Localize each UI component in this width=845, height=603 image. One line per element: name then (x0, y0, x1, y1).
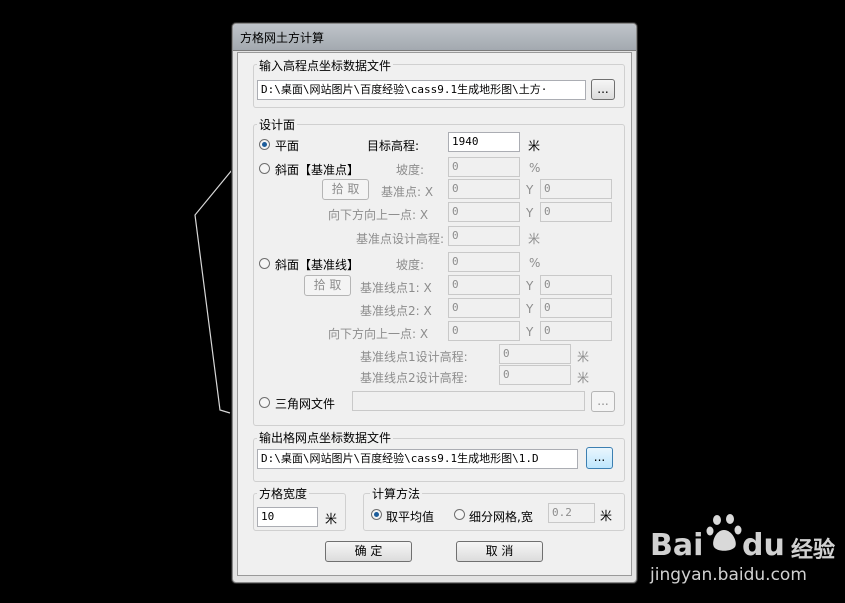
base-point-elevation-unit: 米 (528, 232, 541, 246)
line-point2-x-input[interactable]: 0 (448, 298, 520, 318)
tin-file-label[interactable]: 三角网文件 (275, 395, 335, 412)
line-point2-elevation-unit: 米 (577, 371, 590, 385)
base-point-elevation-input[interactable]: 0 (448, 226, 520, 246)
radio-selected-dot (374, 512, 379, 517)
line-point2-label: 基准线点2: X (360, 304, 432, 318)
slope-line-grade-unit: % (529, 256, 541, 270)
line-direction-y-label: Y (526, 325, 534, 339)
target-elevation-unit: 米 (528, 139, 541, 153)
dialog-window: 方格网土方计算 输入高程点坐标数据文件 D:\桌面\网站图片\百度经验\cass… (232, 23, 637, 583)
line-direction-label: 向下方向上一点: X (328, 327, 429, 341)
slope-point-grade-label: 坡度: (396, 163, 425, 177)
line-point1-label: 基准线点1: X (360, 281, 432, 295)
input-file-group-label: 输入高程点坐标数据文件 (257, 57, 394, 74)
line-point2-y-input[interactable]: 0 (540, 298, 612, 318)
line-point1-elevation-unit: 米 (577, 350, 590, 364)
line-point1-y-input[interactable]: 0 (540, 275, 612, 295)
line-point1-elevation-input[interactable]: 0 (499, 344, 571, 364)
target-elevation-label: 目标高程: (367, 139, 420, 153)
watermark: Bai du 经验 jingyan.baidu.com (650, 512, 840, 592)
point-direction-y-input[interactable]: 0 (540, 202, 612, 222)
flat-radio[interactable] (259, 139, 270, 150)
input-browse-button[interactable]: ... (591, 79, 615, 100)
point-direction-x-input[interactable]: 0 (448, 202, 520, 222)
slope-line-radio[interactable] (259, 258, 270, 269)
dialog-client: 输入高程点坐标数据文件 D:\桌面\网站图片\百度经验\cass9.1生成地形图… (237, 52, 632, 576)
output-file-path[interactable]: D:\桌面\网站图片\百度经验\cass9.1生成地形图\1.D (257, 449, 578, 469)
subdivide-radio[interactable] (454, 509, 465, 520)
line-point2-elevation-label: 基准线点2设计高程: (360, 371, 468, 385)
ok-button[interactable]: 确 定 (325, 541, 412, 562)
flat-label[interactable]: 平面 (275, 137, 299, 154)
watermark-url: jingyan.baidu.com (650, 565, 807, 585)
paw-icon (706, 514, 742, 551)
base-point-elevation-label: 基准点设计高程: (356, 232, 445, 246)
line-point1-y-label: Y (526, 279, 534, 293)
slope-line-grade-label: 坡度: (396, 258, 425, 272)
grid-width-unit: 米 (325, 512, 338, 526)
watermark-brand-a: Bai (650, 528, 704, 563)
line-point2-y-label: Y (526, 302, 534, 316)
line-point2-elevation-input[interactable]: 0 (499, 365, 571, 385)
base-point-y-label: Y (526, 183, 534, 197)
tin-browse-button[interactable]: ... (591, 391, 615, 412)
subdivide-unit: 米 (600, 509, 613, 523)
output-browse-button[interactable]: ... (586, 447, 613, 469)
slope-point-grade-unit: % (529, 161, 541, 175)
tin-file-radio[interactable] (259, 397, 270, 408)
point-direction-label: 向下方向上一点: X (328, 208, 429, 222)
title-bar: 方格网土方计算 (233, 24, 636, 51)
slope-point-grade-input[interactable]: 0 (448, 157, 520, 177)
output-file-group-label: 输出格网点坐标数据文件 (257, 429, 394, 446)
slope-point-pick-button[interactable]: 拾 取 (322, 179, 369, 200)
slope-point-radio[interactable] (259, 163, 270, 174)
average-radio[interactable] (371, 509, 382, 520)
dialog-title: 方格网土方计算 (240, 31, 325, 45)
input-file-path[interactable]: D:\桌面\网站图片\百度经验\cass9.1生成地形图\土方· (257, 80, 586, 100)
radio-selected-dot (262, 142, 267, 147)
line-point1-elevation-label: 基准线点1设计高程: (360, 350, 468, 364)
grid-width-input[interactable]: 10 (257, 507, 318, 527)
line-point1-x-input[interactable]: 0 (448, 275, 520, 295)
slope-line-label[interactable]: 斜面【基准线】 (275, 256, 359, 273)
target-elevation-input[interactable]: 1940 (448, 132, 520, 152)
base-point-label: 基准点: X (381, 185, 434, 199)
line-direction-y-input[interactable]: 0 (540, 321, 612, 341)
cancel-button[interactable]: 取 消 (456, 541, 543, 562)
grid-width-label: 方格宽度 (257, 485, 310, 502)
slope-line-grade-input[interactable]: 0 (448, 252, 520, 272)
base-point-x-input[interactable]: 0 (448, 179, 520, 199)
design-surface-label: 设计面 (257, 116, 298, 133)
line-direction-x-input[interactable]: 0 (448, 321, 520, 341)
subdivide-label[interactable]: 细分网格,宽 (469, 508, 533, 525)
watermark-brand-b: du (742, 528, 785, 563)
slope-point-label[interactable]: 斜面【基准点】 (275, 161, 359, 178)
slope-line-pick-button[interactable]: 拾 取 (304, 275, 351, 296)
watermark-brand-c: 经验 (791, 538, 836, 563)
calc-method-label: 计算方法 (370, 485, 423, 502)
tin-file-input[interactable] (352, 391, 585, 411)
average-label[interactable]: 取平均值 (386, 508, 434, 525)
point-direction-y-label: Y (526, 206, 534, 220)
subdivide-width-input[interactable]: 0.2 (548, 503, 595, 523)
base-point-y-input[interactable]: 0 (540, 179, 612, 199)
